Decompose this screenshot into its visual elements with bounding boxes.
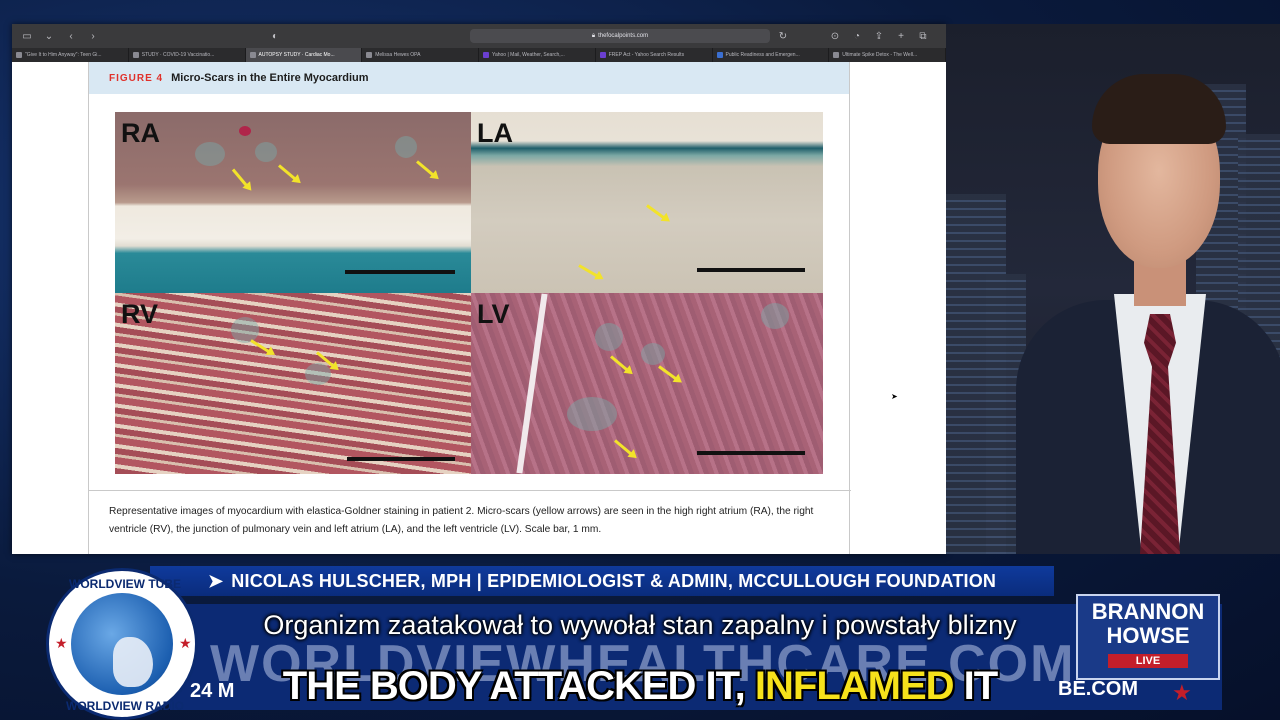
browser-window: ▭ ⌄ ‹ › ◐ 🔒︎ thefocalpoints.com ↻ ⊙ ◔ ⇪ … (12, 24, 946, 554)
tab-7[interactable]: Ultimate Spike Detox - The Well... (829, 48, 946, 62)
favicon-icon (599, 52, 606, 58)
tab-overview-icon[interactable]: ⧉ (916, 31, 930, 42)
tab-6[interactable]: Public Readiness and Emergen... (713, 48, 830, 62)
tab-label: Melissa Hewes OPA (375, 52, 421, 58)
yellow-arrow-icon (416, 160, 435, 177)
video-frame: ▭ ⌄ ‹ › ◐ 🔒︎ thefocalpoints.com ↻ ⊙ ◔ ⇪ … (0, 0, 1280, 720)
yellow-arrow-icon (646, 204, 666, 220)
panel-label: RV (121, 299, 159, 329)
caption-end: IT (963, 664, 999, 708)
shield-icon[interactable]: ◐ (268, 31, 282, 42)
tab-bar: "Give It to Him Anyway": Teen Gi... STUD… (12, 48, 946, 62)
yellow-arrow-icon (614, 439, 633, 456)
new-tab-icon[interactable]: + (894, 31, 908, 42)
vessel (516, 293, 548, 474)
download-icon[interactable]: ⊙ (828, 31, 842, 42)
figure-caption: Representative images of myocardium with… (89, 490, 851, 539)
panel-ra: RA (115, 112, 471, 293)
play-arrow-icon: ➤ (208, 570, 224, 591)
scale-bar (697, 451, 805, 455)
micro-scar (641, 343, 665, 365)
page-content[interactable]: FIGURE 4 Micro-Scars in the Entire Myoca… (12, 62, 946, 554)
micro-scar (395, 136, 417, 158)
figure-label: FIGURE 4 (109, 72, 164, 84)
hair (1092, 74, 1226, 144)
micro-scar (195, 142, 225, 166)
panel-label: LA (477, 118, 513, 148)
tab-label: FREP Act - Yahoo Search Results (608, 52, 685, 58)
favicon-icon (16, 52, 22, 58)
banner-text: NICOLAS HULSCHER, MPH | EPIDEMIOLOGIST &… (231, 570, 997, 591)
browser-toolbar: ▭ ⌄ ‹ › ◐ 🔒︎ thefocalpoints.com ↻ ⊙ ◔ ⇪ … (12, 24, 946, 48)
presenter (1016, 64, 1280, 554)
tab-label: Yahoo | Mail, Weather, Search,... (492, 52, 565, 58)
figure-title: Micro-Scars in the Entire Myocardium (171, 72, 369, 84)
name-banner: ➤ NICOLAS HULSCHER, MPH | EPIDEMIOLOGIST… (150, 566, 1054, 596)
favicon-icon (249, 52, 256, 58)
article: FIGURE 4 Micro-Scars in the Entire Myoca… (88, 62, 851, 554)
caption-text: THE BODY ATTACKED IT, INFLAMED IT (0, 664, 1280, 709)
figure-header: FIGURE 4 Micro-Scars in the Entire Myoca… (89, 62, 849, 94)
sidebar-icon[interactable]: ▭ (20, 31, 34, 42)
micro-scar (255, 142, 277, 162)
micro-scar (231, 317, 259, 343)
yellow-arrow-icon (610, 355, 629, 372)
subtitle-translation: Organizm zaatakował to wywołał stan zapa… (263, 610, 1017, 640)
mouse-cursor-icon: ➤ (891, 392, 898, 401)
panel-label: RA (121, 118, 160, 148)
scale-bar (697, 268, 805, 272)
micro-scar (595, 323, 623, 351)
favicon-icon (132, 52, 139, 58)
reload-icon[interactable]: ↻ (776, 31, 790, 42)
chevron-down-icon[interactable]: ⌄ (42, 31, 56, 42)
yellow-arrow-icon (250, 339, 271, 354)
caption-main: THE BODY ATTACKED IT, (282, 664, 746, 708)
tab-3[interactable]: Melissa Hewes OPA (362, 48, 479, 62)
presenter-video (946, 24, 1280, 554)
scale-bar (345, 270, 455, 274)
favicon-icon (716, 52, 723, 58)
panel-la: LA (471, 112, 823, 293)
figure-image: RA LA RV LV (115, 112, 823, 474)
tab-5[interactable]: FREP Act - Yahoo Search Results (596, 48, 713, 62)
url-text: thefocalpoints.com (598, 33, 649, 39)
tab-label: AUTOPSY STUDY · Cardiac Mo... (258, 52, 335, 58)
panel-rv: RV (115, 293, 471, 474)
micro-scar (567, 397, 617, 431)
tab-4[interactable]: Yahoo | Mail, Weather, Search,... (479, 48, 596, 62)
vessel (239, 126, 251, 136)
tab-label: Public Readiness and Emergen... (725, 52, 800, 58)
url-bar[interactable]: 🔒︎ thefocalpoints.com (470, 29, 770, 43)
yellow-arrow-icon (658, 365, 678, 381)
panel-label: LV (477, 299, 510, 329)
micro-scar (305, 363, 331, 385)
yellow-arrow-icon (231, 168, 249, 188)
favicon-icon (833, 52, 840, 58)
tab-1[interactable]: STUDY · COVID-19 Vaccinatio... (129, 48, 246, 62)
shield-check-icon[interactable]: ◔ (850, 31, 864, 42)
favicon-icon (366, 52, 373, 58)
panel-lv: LV (471, 293, 823, 474)
yellow-arrow-icon (578, 264, 599, 278)
scale-bar (347, 457, 455, 461)
tab-label: "Give It to Him Anyway": Teen Gi... (25, 52, 102, 58)
micro-scar (761, 303, 789, 329)
favicon-icon (483, 52, 489, 58)
back-icon[interactable]: ‹ (64, 31, 78, 42)
forward-icon[interactable]: › (86, 31, 100, 42)
tab-2[interactable]: AUTOPSY STUDY · Cardiac Mo... (245, 48, 363, 62)
tab-label: Ultimate Spike Detox - The Well... (842, 52, 918, 58)
tab-label: STUDY · COVID-19 Vaccinatio... (141, 52, 215, 58)
yellow-arrow-icon (278, 164, 297, 181)
lock-icon: 🔒︎ (591, 32, 596, 39)
share-icon[interactable]: ⇪ (872, 31, 886, 42)
logo-top-text: WORLDVIEW TUBE (69, 577, 181, 591)
tab-0[interactable]: "Give It to Him Anyway": Teen Gi... (12, 48, 129, 62)
caption-highlight: INFLAMED (754, 664, 955, 708)
